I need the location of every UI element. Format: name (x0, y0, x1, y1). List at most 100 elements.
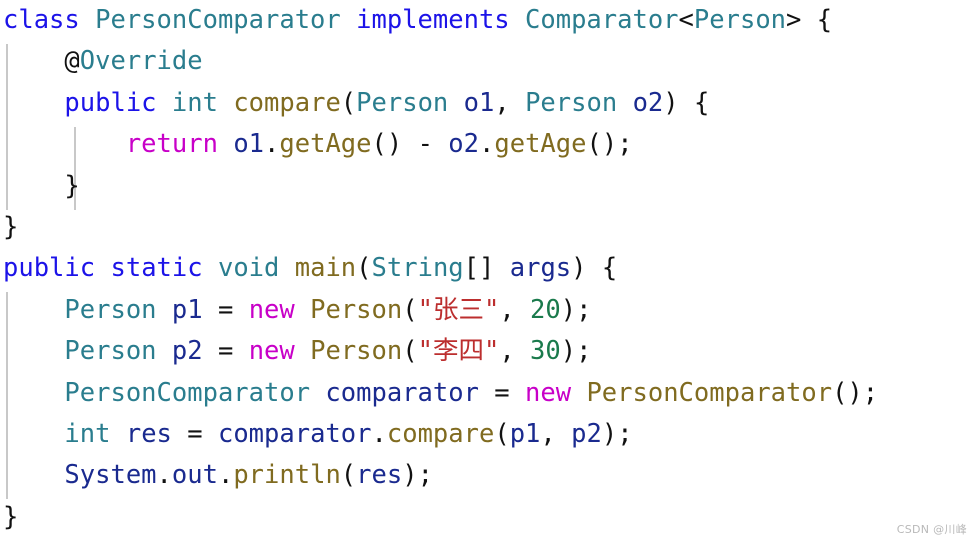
type-int: int (171, 87, 218, 118)
comma-punct: , (499, 294, 531, 325)
parens-punct: () (586, 129, 618, 160)
code-line-1: class PersonComparator implements Compar… (0, 0, 975, 41)
code-line-11: int res = comparator.compare(p1, p2); (0, 414, 975, 455)
semicolon-punct: ; (576, 294, 592, 325)
minus-operator: - (402, 129, 449, 160)
type-void: void (217, 253, 280, 284)
paren-close-punct: ) (560, 336, 577, 367)
variable-comparator: comparator (325, 377, 479, 408)
method-name-compare: compare (233, 87, 341, 118)
generic-type-person: Person (693, 5, 787, 35)
type-person: Person (64, 336, 157, 367)
identifier-out: out (171, 460, 218, 491)
semicolon-punct: ; (617, 129, 633, 160)
semicolon-punct: ; (576, 336, 592, 367)
method-call-getage-2: getAge (494, 129, 587, 160)
method-call-println: println (233, 460, 341, 491)
param-type-person-1: Person (356, 87, 449, 118)
variable-p2: p2 (171, 336, 203, 367)
param-name-args: args (509, 253, 572, 284)
paren-open-punct: ( (356, 253, 372, 284)
brace-close-punct: } (3, 211, 19, 242)
constructor-personcomparator: PersonComparator (586, 377, 833, 408)
argument-res: res (356, 460, 403, 491)
angle-open-punct: < (678, 5, 694, 35)
number-literal-20: 20 (530, 294, 561, 325)
keyword-new: new (248, 294, 295, 325)
brackets-punct: [] (463, 253, 495, 284)
comma-punct: , (540, 418, 572, 449)
assign-operator: = (171, 418, 218, 449)
csdn-watermark: CSDN @川峰 (896, 523, 967, 536)
comma-punct: , (494, 87, 526, 118)
semicolon-punct: ; (862, 377, 879, 408)
paren-open-punct: ( (402, 336, 418, 367)
code-line-5: } (0, 166, 975, 207)
constructor-person: Person (310, 294, 403, 325)
brace-close-punct: } (64, 170, 80, 201)
type-person: Person (64, 294, 157, 325)
dot-punct: . (156, 460, 172, 491)
code-block[interactable]: class PersonComparator implements Compar… (0, 0, 975, 538)
brace-open-punct: { (601, 253, 618, 284)
type-comparator: Comparator (525, 5, 679, 35)
keyword-new: new (248, 336, 295, 367)
dot-punct: . (217, 460, 234, 491)
semicolon-punct: ; (617, 418, 633, 449)
identifier-system: System (64, 460, 157, 491)
identifier-comparator: comparator (217, 418, 372, 449)
identifier-o2: o2 (448, 129, 480, 160)
code-line-10: PersonComparator comparator = new Person… (0, 373, 975, 414)
param-name-o1: o1 (463, 87, 495, 118)
class-name-personcomparator: PersonComparator (95, 5, 341, 35)
param-type-person-2: Person (525, 87, 618, 118)
variable-p1: p1 (171, 294, 203, 325)
paren-open-punct: ( (340, 460, 357, 491)
code-line-4: return o1.getAge() - o2.getAge(); (0, 124, 975, 165)
code-line-2: @Override (0, 41, 975, 82)
dot-punct: . (264, 129, 280, 160)
code-line-6: } (0, 207, 975, 248)
brace-close-punct: } (3, 501, 19, 532)
keyword-public: public (3, 253, 96, 284)
method-call-compare: compare (386, 418, 495, 449)
angle-close-punct: > (786, 5, 802, 35)
assign-operator: = (478, 377, 526, 408)
parens-punct: () (832, 377, 863, 408)
variable-res: res (125, 418, 172, 449)
paren-open-punct: ( (340, 87, 357, 118)
paren-open-punct: ( (402, 294, 418, 325)
code-line-7: public static void main(String[] args) { (0, 248, 975, 289)
identifier-o1: o1 (233, 129, 265, 160)
annotation-override: Override (79, 46, 203, 77)
keyword-implements: implements (356, 5, 510, 35)
semicolon-punct: ; (417, 460, 433, 491)
code-line-12: System.out.println(res); (0, 455, 975, 496)
paren-open-punct: ( (494, 418, 510, 449)
number-literal-30: 30 (530, 336, 561, 367)
